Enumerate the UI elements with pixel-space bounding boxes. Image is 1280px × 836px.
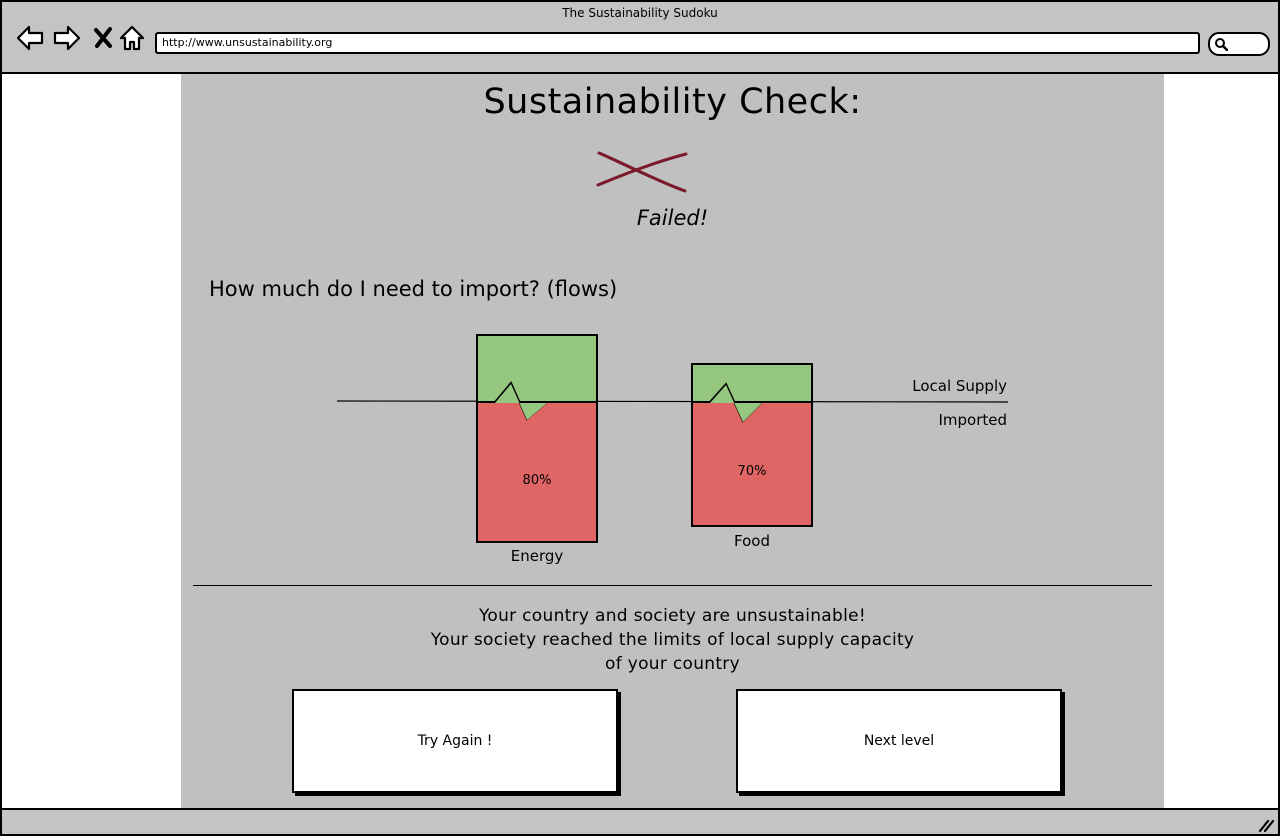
address-bar[interactable]: http://www.unsustainability.org xyxy=(155,32,1200,54)
back-arrow-icon[interactable] xyxy=(16,24,44,52)
bar-energy-imported xyxy=(476,401,598,543)
bar-food-value-label: 70% xyxy=(738,464,767,479)
home-icon[interactable] xyxy=(118,24,146,52)
message-line: Your society reached the limits of local… xyxy=(430,630,915,650)
bar-food-category-label: Food xyxy=(734,532,770,550)
section-divider xyxy=(193,585,1152,586)
try-again-button[interactable]: Try Again ! xyxy=(292,689,618,793)
main-content: Sustainability Check: Failed! How much d… xyxy=(181,74,1164,808)
search-field[interactable] xyxy=(1208,32,1270,56)
bar-food: 70% Food xyxy=(691,363,813,550)
bar-food-local xyxy=(691,363,813,403)
next-level-button[interactable]: Next level xyxy=(736,689,1062,793)
supply-baseline xyxy=(336,400,1009,403)
message-line: of your country xyxy=(605,654,740,674)
import-chart: 80% Energy 70% Food xyxy=(336,334,1009,565)
resize-grip-icon[interactable] xyxy=(1258,818,1274,832)
bar-energy-local xyxy=(476,334,598,403)
browser-window: The Sustainability Sudoku http://www.uns… xyxy=(0,0,1280,836)
result-message: Your country and society are unsustainab… xyxy=(181,604,1164,676)
search-icon xyxy=(1215,38,1228,51)
bar-energy-category-label: Energy xyxy=(511,547,564,565)
bar-energy-value-label: 80% xyxy=(523,473,552,488)
forward-arrow-icon[interactable] xyxy=(53,24,81,52)
browser-toolbar: The Sustainability Sudoku http://www.uns… xyxy=(2,2,1278,74)
window-title: The Sustainability Sudoku xyxy=(562,6,718,20)
legend-imported: Imported xyxy=(938,411,1007,429)
status-bar xyxy=(2,808,1278,834)
bar-energy: 80% Energy xyxy=(476,334,598,565)
close-icon[interactable] xyxy=(90,24,118,52)
message-line: Your country and society are unsustainab… xyxy=(478,606,867,626)
legend-local-supply: Local Supply xyxy=(912,377,1007,395)
